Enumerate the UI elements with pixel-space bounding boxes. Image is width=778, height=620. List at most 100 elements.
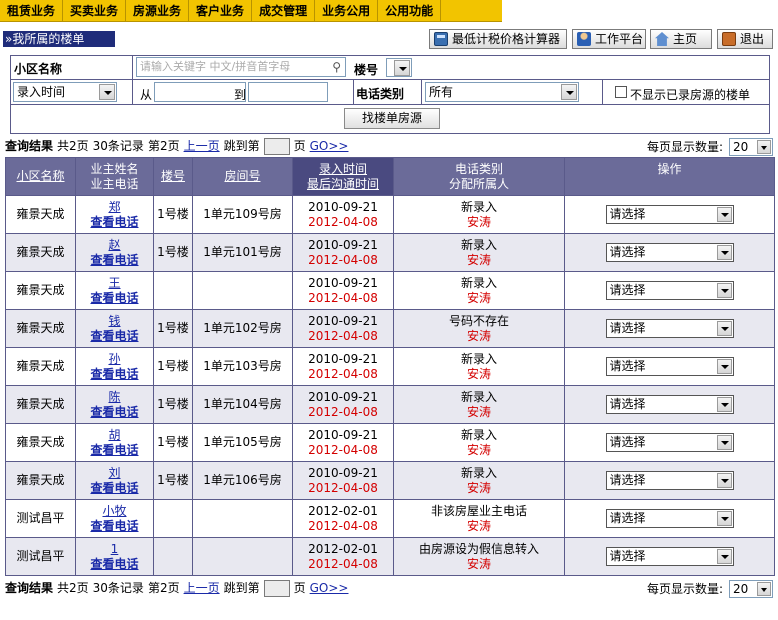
nav-item-rental[interactable]: 租赁业务 [0,0,64,22]
hide-recorded-label: 不显示已录房源的楼单 [630,88,751,102]
table-row: 雍景天成郑查看电话 1号楼 1单元109号房 2010-09-21 2012-04-08… [5,195,775,234]
owner-name-link[interactable]: 郑 [76,200,153,215]
current-page: 第2页 [147,581,180,595]
col-room[interactable]: 房间号 [192,157,293,196]
date-from-input[interactable] [154,82,246,102]
cell-time: 2010-09-21 2012-04-08 [292,385,394,424]
per-page-label: 每页显示数量: [646,582,723,596]
nav-item-listings[interactable]: 房源业务 [126,0,190,22]
action-select[interactable]: 请选择 [605,281,734,300]
cell-action: 请选择 [564,385,775,424]
cell-room: 1单元104号房 [192,385,293,424]
nav-item-customers[interactable]: 客户业务 [189,0,253,22]
tax-calculator-button[interactable]: 最低计税价格计算器 [429,29,567,49]
view-phone-link[interactable]: 查看电话 [76,405,153,420]
action-select[interactable]: 请选择 [605,547,734,566]
date-to-input[interactable] [248,82,328,102]
page-number-input[interactable] [263,137,290,155]
date-type-select[interactable]: 录入时间 [13,82,117,102]
owner-name-link[interactable]: 孙 [76,352,153,367]
cell-time: 2012-02-01 2012-04-08 [292,537,394,576]
col-time[interactable]: 录入时间 最后沟通时间 [292,157,394,196]
entry-time: 2010-09-21 [308,275,378,290]
owner-name-link[interactable]: 赵 [76,238,153,253]
page-number-input[interactable] [263,579,290,597]
phone-type-select[interactable]: 所有 [425,82,579,102]
action-select[interactable]: 请选择 [605,357,734,376]
cell-building: 1号楼 [153,461,193,500]
owner-name-link[interactable]: 王 [76,276,153,291]
workbench-button[interactable]: 工作平台 [572,29,646,49]
last-contact-time: 2012-04-08 [308,290,378,305]
action-select[interactable]: 请选择 [605,471,734,490]
col-building[interactable]: 楼号 [153,157,193,196]
view-phone-link[interactable]: 查看电话 [76,367,153,382]
table-row: 测试昌平 1 查看电话 2012-02-01 2012-04-08 由房源设为假信息转入安… [5,537,775,576]
nav-item-business-common[interactable]: 业务公用 [315,0,379,22]
go-link[interactable]: GO>> [310,579,349,597]
prev-page-link[interactable]: 上一页 [184,579,220,597]
col-action-label: 操作 [657,162,682,176]
view-phone-link[interactable]: 查看电话 [76,253,153,268]
col-last-contact-link[interactable]: 最后沟通时间 [307,177,379,191]
col-room-link[interactable]: 房间号 [224,169,260,183]
col-entry-time-link[interactable]: 录入时间 [319,162,367,176]
action-select[interactable]: 请选择 [605,433,734,452]
hide-recorded-checkbox[interactable] [615,86,627,98]
action-select[interactable]: 请选择 [605,319,734,338]
action-select[interactable]: 请选择 [605,205,734,224]
cell-phone-type: 新录入 安涛 [393,423,565,462]
action-select-value: 请选择 [609,283,646,297]
per-page-select[interactable]: 20 [729,138,773,156]
view-phone-link[interactable]: 查看电话 [76,215,153,230]
owner-name-link[interactable]: 钱 [76,314,153,329]
view-phone-link[interactable]: 查看电话 [76,291,153,306]
cell-room [192,499,293,538]
col-community[interactable]: 小区名称 [5,157,76,196]
divider [132,56,133,79]
action-select[interactable]: 请选择 [605,243,734,262]
col-building-link[interactable]: 楼号 [161,169,185,183]
go-link[interactable]: GO>> [310,137,349,155]
col-community-link[interactable]: 小区名称 [16,169,64,183]
view-phone-link[interactable]: 查看电话 [76,329,153,344]
view-phone-link[interactable]: 查看电话 [76,519,153,534]
cell-building: 1号楼 [153,385,193,424]
search-icon: ⚲ [332,60,341,74]
action-select-value: 请选择 [609,549,646,563]
owner-name-link[interactable]: 小牧 [76,504,153,519]
view-phone-link[interactable]: 查看电话 [76,557,153,572]
cell-owner: 陈查看电话 [75,385,154,424]
table-row: 雍景天成孙查看电话 1号楼 1单元103号房 2010-09-21 2012-04-08… [5,347,775,386]
cell-phone-type: 新录入 安涛 [393,461,565,500]
exit-button[interactable]: 退出 [717,29,773,49]
entry-time: 2010-09-21 [308,313,378,328]
search-listings-button[interactable]: 找楼单房源 [344,108,440,129]
action-select[interactable]: 请选择 [605,395,734,414]
community-search-input[interactable]: 请输入关键字 中文/拼音首字母 ⚲ [136,57,346,77]
user-icon [577,32,591,46]
nav-item-deals[interactable]: 成交管理 [252,0,316,22]
owner-name-link[interactable]: 刘 [76,466,153,481]
nav-item-sales[interactable]: 买卖业务 [63,0,127,22]
owner-name-link[interactable]: 胡 [76,428,153,443]
divider [421,80,422,104]
cell-owner: 王查看电话 [75,271,154,310]
building-select[interactable] [386,58,412,77]
cell-community: 测试昌平 [5,499,76,538]
view-phone-link[interactable]: 查看电话 [76,481,153,496]
prev-page-link[interactable]: 上一页 [184,137,220,155]
assignee: 安涛 [466,480,491,495]
phone-type: 新录入 [460,237,497,252]
owner-name-link[interactable]: 陈 [76,390,153,405]
cell-phone-type: 新录入 安涛 [393,233,565,272]
owner-name-link[interactable]: 1 [76,542,153,557]
nav-item-common-functions[interactable]: 公用功能 [378,0,442,22]
view-phone-link[interactable]: 查看电话 [76,443,153,458]
cell-community: 雍景天成 [5,385,76,424]
action-select[interactable]: 请选择 [605,509,734,528]
last-contact-time: 2012-04-08 [308,214,378,229]
home-button[interactable]: 主页 [650,29,712,49]
action-select-value: 请选择 [609,473,646,487]
per-page-select[interactable]: 20 [729,580,773,598]
